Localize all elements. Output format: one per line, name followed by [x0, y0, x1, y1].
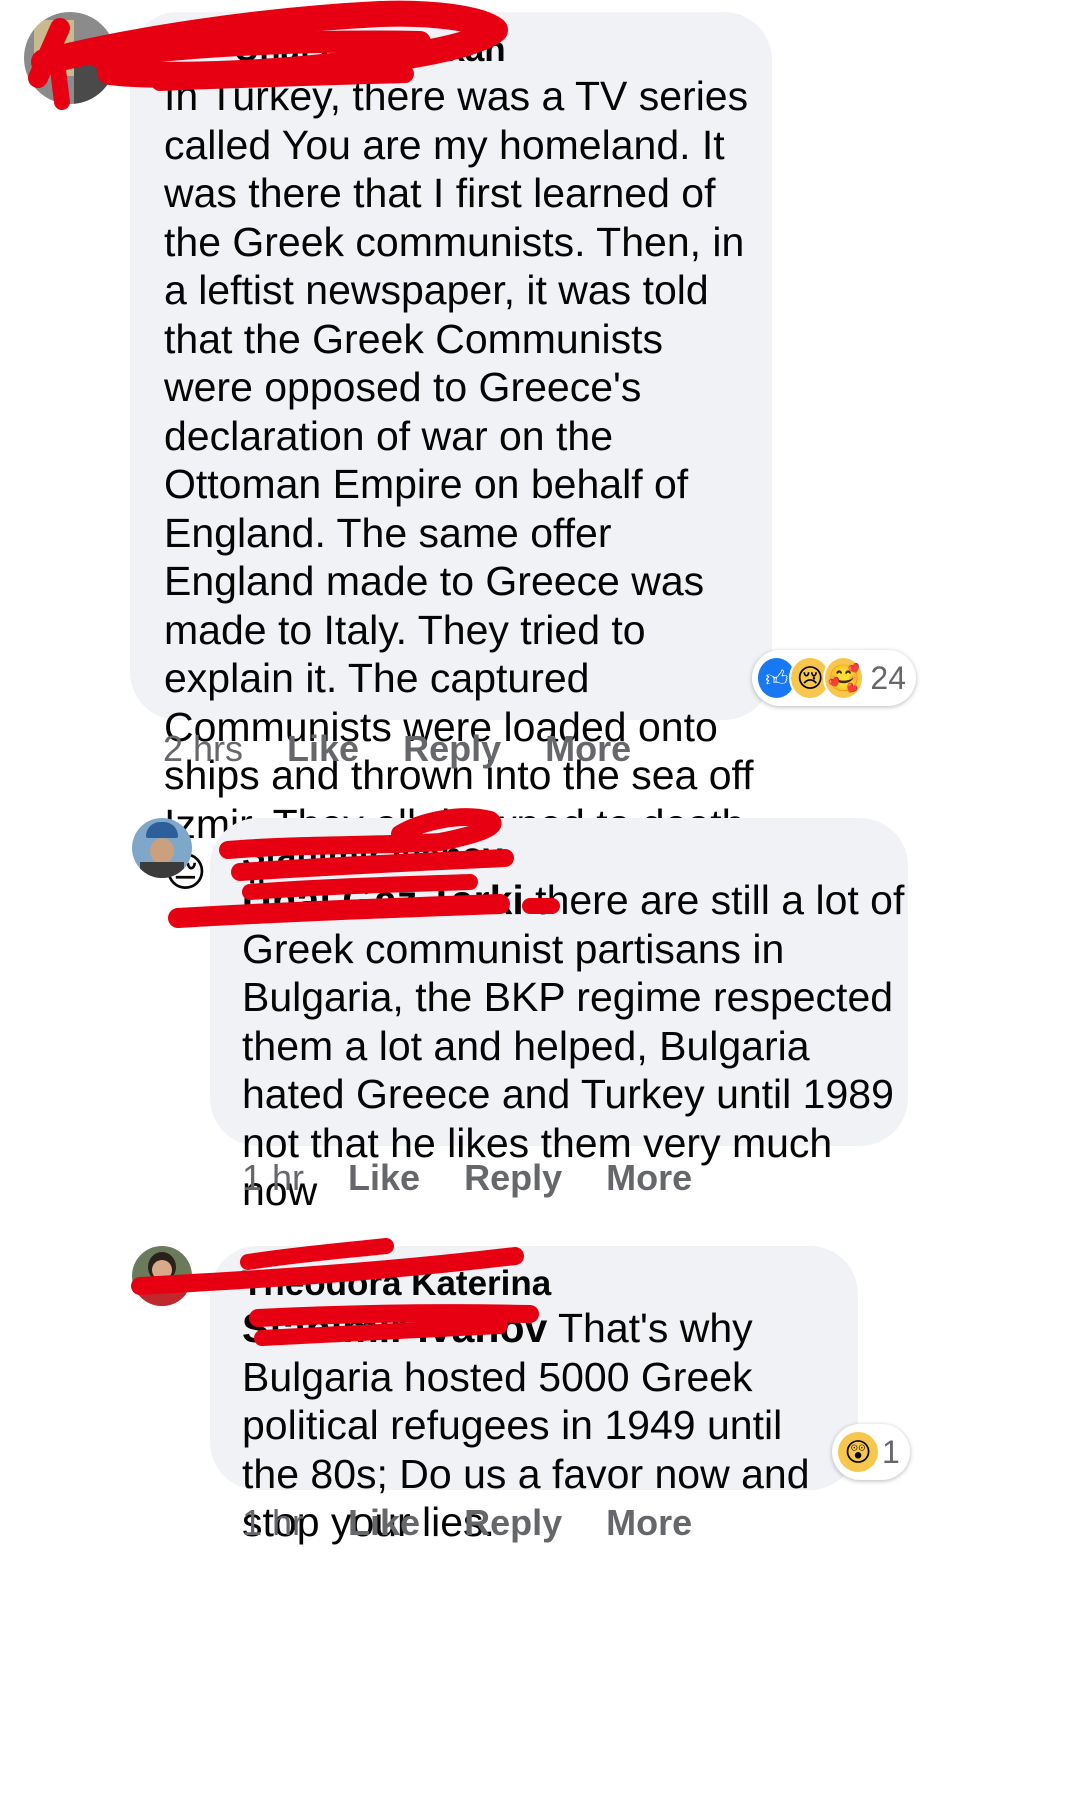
reply-button[interactable]: Reply: [464, 1157, 562, 1199]
mention-link[interactable]: Ünal Gaz Tarki: [242, 877, 524, 923]
reply-button[interactable]: Reply: [464, 1502, 562, 1544]
comment-timestamp[interactable]: 2 hrs: [163, 728, 243, 770]
commenter-avatar[interactable]: [24, 12, 116, 104]
comment-actions: 1 hr Like Reply More: [242, 1157, 692, 1199]
reply-button[interactable]: Reply: [403, 728, 501, 770]
reaction-summary[interactable]: 😲 1: [832, 1424, 910, 1480]
reaction-summary[interactable]: 👍︎ 😢 🥰 24: [752, 650, 916, 706]
like-button[interactable]: Like: [348, 1502, 420, 1544]
comment-bubble: Theodora Katerina Stanimir Ivanov That's…: [210, 1246, 858, 1545]
comment-actions: 2 hrs Like Reply More: [163, 728, 631, 770]
commenter-avatar[interactable]: [132, 1246, 192, 1306]
like-button[interactable]: Like: [287, 728, 359, 770]
commenter-avatar[interactable]: [132, 818, 192, 878]
comment-author[interactable]: Ünal Gaz Tarkan: [234, 30, 506, 70]
comment-author[interactable]: Theodora Katerina: [242, 1264, 551, 1304]
comment-timestamp[interactable]: 1 hr: [242, 1502, 304, 1544]
wow-icon: 😲: [836, 1430, 880, 1474]
mention-link[interactable]: Stanimir Ivanov: [242, 1305, 547, 1351]
reaction-count: 1: [882, 1433, 900, 1470]
comment-text: In Turkey, there was a TV series called …: [164, 73, 756, 895]
more-button[interactable]: More: [545, 728, 631, 770]
more-button[interactable]: More: [606, 1502, 692, 1544]
comment-bubble: Ünal Gaz Tarkan In Turkey, there was a T…: [130, 12, 772, 895]
comment-author[interactable]: Stanimir Ivanov: [242, 836, 503, 876]
reaction-count: 24: [870, 659, 906, 696]
more-button[interactable]: More: [606, 1157, 692, 1199]
like-button[interactable]: Like: [348, 1157, 420, 1199]
comment-bubble: Stanimir Ivanov Ünal Gaz Tarki there are…: [210, 818, 908, 1214]
comment-actions: 1 hr Like Reply More: [242, 1502, 692, 1544]
care-icon: 🥰: [822, 656, 865, 700]
comment-timestamp[interactable]: 1 hr: [242, 1157, 304, 1199]
